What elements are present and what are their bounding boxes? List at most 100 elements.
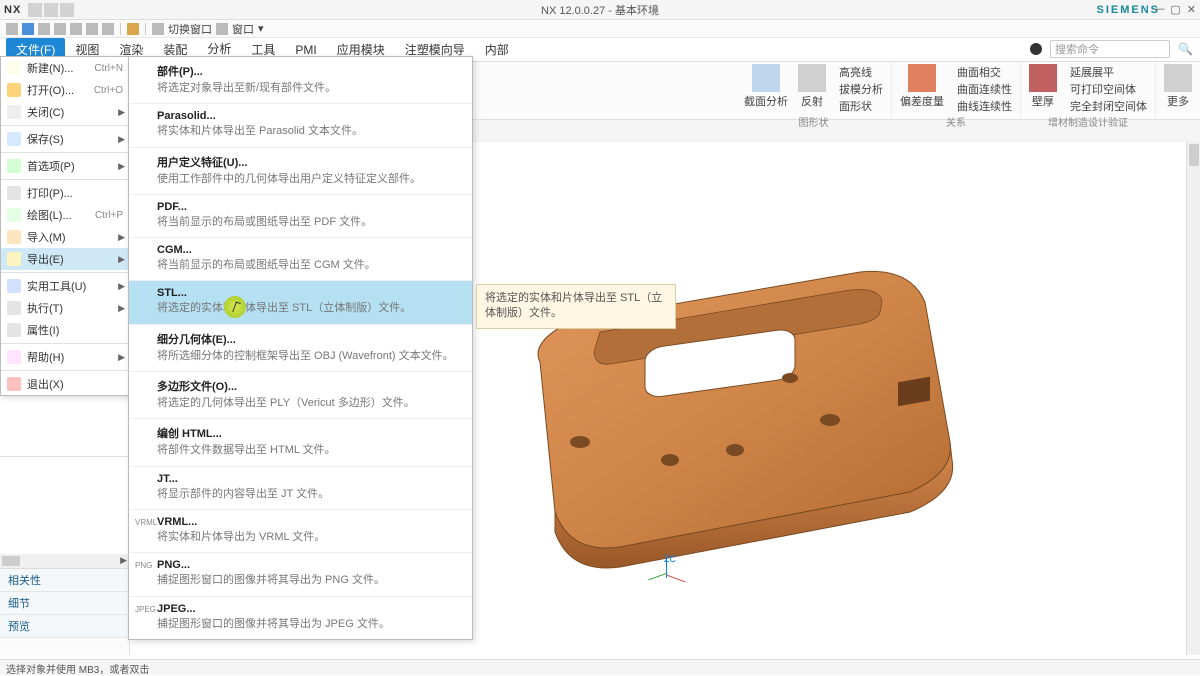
file-menu-item[interactable]: 导入(M) ▶	[1, 226, 129, 248]
export-item-title: PNG...	[157, 559, 462, 571]
file-menu-item[interactable]: 绘图(L)... Ctrl+P	[1, 204, 129, 226]
menu-label: 导出(E)	[27, 251, 123, 267]
menu-icon	[7, 230, 21, 244]
file-menu-item[interactable]: 关闭(C) ▶	[1, 101, 129, 123]
export-menu-item[interactable]: STL... 将选定的实体和片体导出至 STL（立体制版）文件。	[129, 281, 472, 323]
file-menu-item[interactable]: 退出(X)	[1, 373, 129, 395]
ribbon-group-mfg: 壁厚 延展展平 可打印空间体 完全封闭空间体 增材制造设计验证	[1021, 62, 1156, 119]
window-title: NX 12.0.0.27 - 基本环境	[541, 2, 659, 18]
deviation-button[interactable]: 偏差度量	[900, 64, 944, 109]
menu-icon	[7, 132, 21, 146]
closed-volume-button[interactable]: 完全封闭空间体	[1067, 98, 1147, 114]
export-menu-item[interactable]: 用户定义特征(U)... 使用工作部件中的几何体导出用户定义特征定义部件。	[129, 148, 472, 194]
menu-label: 帮助(H)	[27, 349, 123, 365]
menu-label: 执行(T)	[27, 300, 123, 316]
window-dropdown[interactable]: 窗口	[232, 21, 254, 37]
command-search[interactable]: 搜索命令	[1050, 40, 1170, 58]
menu-icon	[7, 301, 21, 315]
export-menu-item[interactable]: JT... 将显示部件的内容导出至 JT 文件。	[129, 467, 472, 509]
vertical-scrollbar[interactable]	[1186, 142, 1200, 655]
submenu-arrow-icon: ▶	[118, 254, 125, 265]
toolbar-icon[interactable]	[44, 3, 58, 17]
file-menu-item[interactable]: 导出(E) ▶	[1, 248, 129, 270]
highlight-line-button[interactable]: 高亮线	[836, 64, 883, 80]
menu-icon	[7, 323, 21, 337]
file-menu-item[interactable]: 打开(O)... Ctrl+O	[1, 79, 129, 101]
tree-area: ◀ ▶	[0, 457, 129, 569]
export-menu-item[interactable]: CGM... 将当前显示的布局或图纸导出至 CGM 文件。	[129, 238, 472, 280]
export-menu-item[interactable]: 编创 HTML... 将部件文件数据导出至 HTML 文件。	[129, 419, 472, 465]
left-panel: ◀ ▶ 相关性 细节 预览	[0, 456, 130, 655]
export-menu-item[interactable]: 多边形文件(O)... 将选定的几何体导出至 PLY（Vericut 多边形）文…	[129, 372, 472, 418]
dropdown-icon[interactable]: ▾	[258, 22, 264, 35]
wall-thickness-button[interactable]: 壁厚	[1029, 64, 1057, 109]
qat-icon[interactable]	[102, 23, 114, 35]
qat-icon[interactable]	[216, 23, 228, 35]
qat-icon[interactable]	[6, 23, 18, 35]
file-menu-item[interactable]: 打印(P)...	[1, 182, 129, 204]
search-icon[interactable]: 🔍	[1178, 42, 1192, 56]
extend-flatten-button[interactable]: 延展展平	[1067, 64, 1147, 80]
minimize-icon[interactable]: —	[1153, 3, 1164, 16]
maximize-icon[interactable]: ▢	[1170, 3, 1180, 16]
export-menu-item[interactable]: Parasolid... 将实体和片体导出至 Parasolid 文本文件。	[129, 104, 472, 146]
ribbon-group-shape: 截面分析 反射 高亮线 拔模分析 面形状 图形状	[736, 62, 892, 119]
export-item-desc: 将显示部件的内容导出至 JT 文件。	[157, 487, 462, 501]
export-item-desc: 将选定的几何体导出至 PLY（Vericut 多边形）文件。	[157, 396, 462, 410]
toolbar-icon[interactable]	[60, 3, 74, 17]
submenu-arrow-icon: ▶	[118, 161, 125, 172]
qat-icon[interactable]	[70, 23, 82, 35]
tab-detail[interactable]: 细节	[0, 592, 129, 615]
export-menu-item[interactable]: 细分几何体(E)... 将所选细分体的控制框架导出至 OBJ (Wavefron…	[129, 325, 472, 371]
export-item-desc: 将所选细分体的控制框架导出至 OBJ (Wavefront) 文本文件。	[157, 349, 462, 363]
toolbar-icon[interactable]	[28, 3, 42, 17]
curve-intersect-button[interactable]: 曲面相交	[954, 64, 1012, 80]
menu-label: 首选项(P)	[27, 158, 123, 174]
export-menu-item[interactable]: 部件(P)... 将选定对象导出至新/现有部件文件。	[129, 57, 472, 103]
face-shape-button[interactable]: 面形状	[836, 98, 883, 114]
export-item-title: CGM...	[157, 244, 462, 256]
file-menu-item[interactable]: 执行(T) ▶	[1, 297, 129, 319]
submenu-arrow-icon: ▶	[118, 134, 125, 145]
file-menu-item[interactable]: 属性(I)	[1, 319, 129, 341]
menu-label: 导入(M)	[27, 229, 123, 245]
file-menu-item[interactable]: 新建(N)... Ctrl+N	[1, 57, 129, 79]
tab-related[interactable]: 相关性	[0, 569, 129, 592]
file-menu-item[interactable]: 帮助(H) ▶	[1, 346, 129, 368]
ribbon-group-more: 更多	[1156, 62, 1200, 119]
qat-icon[interactable]	[86, 23, 98, 35]
export-item-desc: 将选定的实体和片体导出至 STL（立体制版）文件。	[157, 301, 462, 315]
qat-icon[interactable]	[127, 23, 139, 35]
export-menu-item[interactable]: VRML VRML... 将实体和片体导出为 VRML 文件。	[129, 510, 472, 552]
horizontal-scrollbar[interactable]: ◀ ▶	[0, 554, 129, 568]
more-button[interactable]: 更多	[1164, 64, 1192, 109]
menu-label: 绘图(L)...	[27, 207, 95, 223]
qat-icon[interactable]	[38, 23, 50, 35]
export-menu-item[interactable]: PDF... 将当前显示的布局或图纸导出至 PDF 文件。	[129, 195, 472, 237]
reflect-button[interactable]: 反射	[798, 64, 826, 109]
file-menu-item[interactable]: 实用工具(U) ▶	[1, 275, 129, 297]
scroll-right-icon[interactable]: ▶	[120, 555, 127, 566]
file-menu-item[interactable]: 首选项(P) ▶	[1, 155, 129, 177]
export-menu-item[interactable]: PNG PNG... 捕捉图形窗口的图像并将其导出为 PNG 文件。	[129, 553, 472, 595]
line-continuity-button[interactable]: 曲线连续性	[954, 98, 1012, 114]
qat-icon[interactable]	[22, 23, 34, 35]
section-analysis-button[interactable]: 截面分析	[744, 64, 788, 109]
tab-preview[interactable]: 预览	[0, 615, 129, 638]
printable-volume-button[interactable]: 可打印空间体	[1067, 81, 1147, 97]
export-menu-item[interactable]: JPEG JPEG... 捕捉图形窗口的图像并将其导出为 JPEG 文件。	[129, 597, 472, 639]
title-bar: NX NX 12.0.0.27 - 基本环境 SIEMENS — ▢ ✕	[0, 0, 1200, 20]
switch-window-button[interactable]: 切换窗口	[168, 21, 212, 37]
export-item-title: PDF...	[157, 201, 462, 213]
help-icon[interactable]	[1030, 43, 1042, 55]
submenu-arrow-icon: ▶	[118, 352, 125, 363]
file-menu-item[interactable]: 保存(S) ▶	[1, 128, 129, 150]
curve-continuity-button[interactable]: 曲面连续性	[954, 81, 1012, 97]
qat-icon[interactable]	[54, 23, 66, 35]
close-icon[interactable]: ✕	[1187, 3, 1196, 16]
draft-analysis-button[interactable]: 拔模分析	[836, 81, 883, 97]
qat-icon[interactable]	[152, 23, 164, 35]
window-controls: — ▢ ✕	[1153, 3, 1196, 16]
menu-internal[interactable]: 内部	[475, 38, 519, 61]
export-item-title: Parasolid...	[157, 110, 462, 122]
